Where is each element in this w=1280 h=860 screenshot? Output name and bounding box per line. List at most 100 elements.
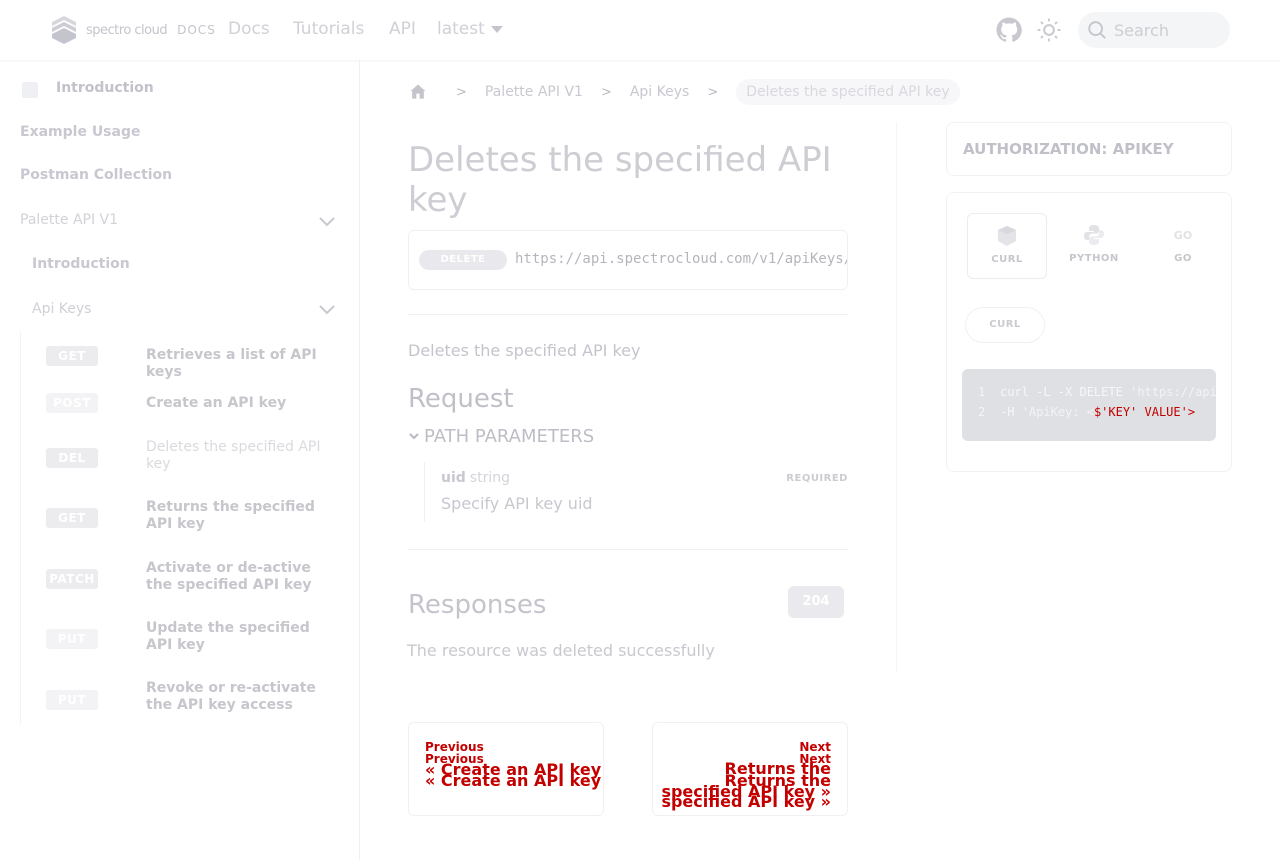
param-description: Specify API key uid [441, 494, 593, 513]
breadcrumb-item-palette-api-v1[interactable]: Palette API V1 [485, 84, 583, 100]
search-box[interactable] [1078, 12, 1230, 48]
chevron-down-icon[interactable] [318, 303, 336, 315]
code-line-2: 2 -H 'ApiKey: <$'KEY' VALUE'> [978, 405, 1195, 419]
endpoint-item-update-api-key[interactable]: PUT Update the specified API key [46, 620, 346, 653]
endpoint-label: Create an API key [146, 395, 287, 411]
param-name-text: uid [441, 470, 466, 486]
page-title: Deletes the specified API key [408, 140, 832, 220]
sidebar-item-section-introduction[interactable]: Introduction [32, 256, 130, 272]
code-string: 'https://api.spectrocloud.com/v1/apiKeys… [1130, 385, 1216, 399]
pagination-previous[interactable]: Previous Previous « Create an API key « … [408, 722, 604, 816]
line-number: 1 [978, 385, 986, 399]
breadcrumb-separator: > [707, 84, 719, 100]
method-badge: POST [46, 393, 98, 413]
param-row-uid: uid string REQUIRED Specify API key uid [424, 462, 848, 522]
go-icon: GO [1174, 229, 1192, 242]
home-icon[interactable] [408, 82, 428, 102]
api-keys-endpoint-list: GET Retrieves a list of API keys POST Cr… [20, 332, 340, 724]
search-icon [1088, 21, 1106, 39]
endpoint-item-delete-api-key[interactable]: DEL Deletes the specified API key [46, 439, 346, 472]
introduction-icon [22, 82, 38, 98]
authorization-card: AUTHORIZATION: APIKEY [946, 122, 1232, 176]
logo-text: spectro cloud [86, 22, 168, 38]
line-number: 2 [978, 405, 986, 419]
path-parameters-heading: PATH PARAMETERS [424, 426, 595, 447]
endpoint-label: Retrieves a list of API keys [146, 347, 317, 380]
sidebar-section-palette-api-v1[interactable]: Palette API V1 [20, 212, 118, 228]
divider [408, 314, 848, 315]
method-badge: PUT [46, 629, 98, 649]
tab-python[interactable]: PYTHON [1054, 213, 1134, 279]
param-name: uid string [441, 470, 510, 486]
method-badge: GET [46, 346, 98, 366]
response-description: The resource was deleted successfully [407, 641, 715, 660]
code-command: curl -L -X DELETE [1000, 385, 1131, 399]
method-badge: GET [46, 508, 98, 528]
breadcrumb-item-api-keys[interactable]: Api Keys [630, 84, 689, 100]
endpoint-item-patch-api-key[interactable]: PATCH Activate or de-active the specifie… [46, 560, 346, 593]
nav-link-docs[interactable]: Docs [228, 19, 270, 39]
search-input[interactable] [1114, 20, 1224, 40]
sun-theme-toggle-icon[interactable] [1036, 17, 1062, 43]
tab-python-label: PYTHON [1069, 253, 1119, 264]
svg-text:GO: GO [1174, 229, 1192, 242]
breadcrumb-separator: > [600, 84, 612, 100]
sidebar-item-introduction[interactable]: Introduction [56, 80, 154, 96]
sidebar: Introduction Example Usage Postman Colle… [0, 60, 360, 860]
endpoint-url-box: DELETE https://api.spectrocloud.com/v1/a… [408, 230, 848, 290]
code-line-1: 1 curl -L -X DELETE 'https://api.spectroc… [978, 385, 1216, 399]
endpoint-label: Activate or de-active the specified API … [146, 560, 312, 593]
curl-icon [998, 226, 1016, 246]
tab-curl[interactable]: CURL [967, 213, 1047, 279]
pagination-previous-label-echo: « Create an API key [425, 771, 602, 790]
breadcrumb-separator: > [456, 84, 467, 100]
spectro-cloud-logo-icon [52, 16, 76, 44]
code-string: 'ApiKey: < [1021, 405, 1094, 419]
request-heading: Request [408, 384, 514, 414]
nav-link-tutorials[interactable]: Tutorials [293, 19, 364, 39]
python-icon [1084, 225, 1104, 245]
endpoint-url: https://api.spectrocloud.com/v1/apiKeys/… [515, 251, 847, 267]
version-dropdown[interactable]: latest [437, 19, 503, 39]
tab-go-label: GO [1174, 253, 1192, 264]
path-parameters-toggle[interactable]: PATH PARAMETERS [408, 426, 594, 447]
sidebar-item-postman-collection[interactable]: Postman Collection [20, 167, 172, 183]
chevron-down-icon[interactable] [318, 215, 336, 227]
nav-link-api[interactable]: API [389, 19, 416, 39]
pagination-next[interactable]: Next Next Returns the Returns the specif… [652, 722, 848, 816]
tab-go[interactable]: GO GO [1143, 213, 1223, 279]
logo-docs-suffix: DOCS [177, 23, 216, 37]
code-placeholder-highlight: $'KEY' VALUE'> [1093, 405, 1196, 419]
chevron-down-icon [409, 432, 419, 439]
pagination-next-label-line2-echo: specified API key » [661, 792, 831, 811]
endpoint-label: Revoke or re-activate the API key access [146, 680, 316, 713]
endpoint-item-list-api-keys[interactable]: GET Retrieves a list of API keys [46, 346, 346, 380]
endpoint-item-create-api-key[interactable]: POST Create an API key [46, 393, 346, 413]
response-code-tab-204[interactable]: 204 [788, 586, 844, 618]
endpoint-description: Deletes the specified API key [408, 341, 641, 360]
http-method-badge: DELETE [419, 250, 507, 270]
method-badge: PATCH [46, 569, 98, 589]
github-icon[interactable] [996, 17, 1022, 43]
version-dropdown-label: latest [437, 19, 485, 39]
sidebar-item-example-usage[interactable]: Example Usage [20, 124, 140, 140]
responses-heading: Responses [408, 590, 547, 620]
endpoint-item-revoke-api-key[interactable]: PUT Revoke or re-activate the API key ac… [46, 680, 346, 713]
sidebar-subsection-api-keys[interactable]: Api Keys [32, 301, 91, 317]
endpoint-label-active: Deletes the specified API key [146, 439, 321, 472]
param-type: string [469, 470, 510, 486]
divider [408, 549, 848, 550]
breadcrumb: > Palette API V1 > Api Keys > Deletes th… [408, 78, 960, 106]
code-command: -H [1000, 405, 1022, 419]
column-divider [896, 122, 897, 672]
site-logo[interactable]: spectro cloud DOCS [48, 16, 216, 44]
tab-curl-label: CURL [991, 254, 1023, 265]
top-navbar: spectro cloud DOCS Docs Tutorials API la… [0, 0, 1280, 60]
method-badge: DEL [46, 448, 98, 468]
endpoint-label: Returns the specified API key [146, 499, 315, 532]
method-badge: PUT [46, 690, 98, 710]
endpoint-item-get-api-key[interactable]: GET Returns the specified API key [46, 499, 346, 532]
code-sample-card: CURL PYTHON GO GO CURL 1 curl -L -X DELET… [946, 192, 1232, 472]
curl-variant-pill[interactable]: CURL [965, 307, 1045, 343]
caret-down-icon [490, 25, 503, 33]
